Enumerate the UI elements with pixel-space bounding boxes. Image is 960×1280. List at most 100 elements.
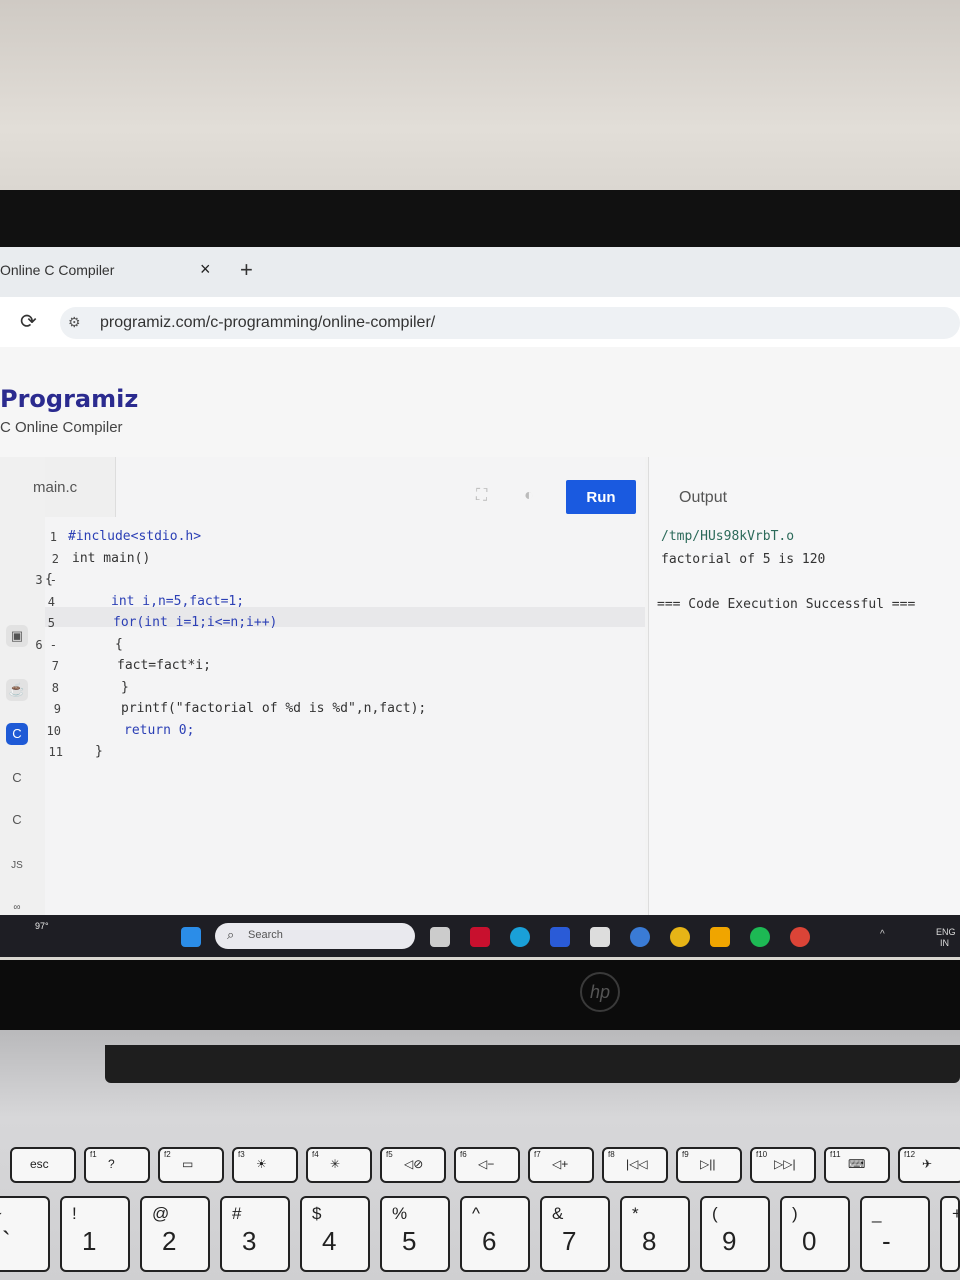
help-icon[interactable] <box>630 927 650 947</box>
code-line[interactable]: } <box>95 744 103 759</box>
fullscreen-icon[interactable]: ⛶ <box>476 487 487 505</box>
function-key-label: f4 <box>312 1150 319 1159</box>
function-key-label: f8 <box>608 1150 615 1159</box>
browser-tab-title[interactable]: Online C Compiler <box>0 262 114 278</box>
run-button[interactable]: Run <box>566 480 636 514</box>
language-indicator[interactable]: ENG <box>936 927 956 937</box>
number-key[interactable]: ~` <box>0 1196 50 1272</box>
number-key[interactable]: % 5 <box>380 1196 450 1272</box>
function-key[interactable]: f5 ◁⊘ <box>380 1147 446 1183</box>
c-language-icon[interactable]: C <box>6 723 28 745</box>
function-key[interactable]: f1? <box>84 1147 150 1183</box>
function-key-label: f7 <box>534 1150 541 1159</box>
function-key[interactable]: f9 ▷|| <box>676 1147 742 1183</box>
weather-widget[interactable]: 97° <box>35 921 49 931</box>
code-line[interactable]: int i,n=5,fact=1; <box>111 594 244 609</box>
function-key[interactable]: f3 ☀ <box>232 1147 298 1183</box>
spotify-icon[interactable] <box>750 927 770 947</box>
output-title: Output <box>679 489 728 506</box>
code-line[interactable]: for(int i=1;i<=n;i++) <box>113 615 277 630</box>
function-key[interactable]: f4 ✳ <box>306 1147 372 1183</box>
browser-tab-bar: Online C Compiler × + <box>0 247 960 297</box>
tab-close-icon[interactable]: × <box>200 259 211 280</box>
number-key[interactable]: _ - <box>860 1196 930 1272</box>
hp-logo: hp <box>580 972 620 1012</box>
file-explorer-icon[interactable] <box>710 927 730 947</box>
function-key[interactable]: f12 ✈ <box>898 1147 960 1183</box>
function-key[interactable]: f2 ▭ <box>158 1147 224 1183</box>
file-name: main.c <box>33 479 78 496</box>
function-key[interactable]: esc <box>10 1147 76 1183</box>
url-text[interactable]: programiz.com/c-programming/online-compi… <box>100 314 435 332</box>
code-line[interactable]: return 0; <box>124 723 194 738</box>
number-key[interactable]: #3 <box>220 1196 290 1272</box>
csharp-icon[interactable]: C <box>6 809 28 831</box>
number-key[interactable]: * 8 <box>620 1196 690 1272</box>
number-key[interactable]: @2 <box>140 1196 210 1272</box>
key-shift-symbol: ( <box>712 1204 718 1223</box>
mcafee-icon[interactable] <box>470 927 490 947</box>
line-number: 9 <box>53 702 61 716</box>
function-key[interactable]: f7 ◁+ <box>528 1147 594 1183</box>
line-number: 4 <box>47 594 55 609</box>
key-shift-symbol: ! <box>72 1204 77 1223</box>
code-line[interactable]: int main() <box>72 551 150 566</box>
theme-toggle-icon[interactable]: ◐ <box>524 487 534 505</box>
line-number: 2 <box>51 551 59 566</box>
java-icon[interactable]: ☕ <box>6 679 28 701</box>
chrome-icon[interactable] <box>670 927 690 947</box>
store-icon[interactable] <box>590 927 610 947</box>
chrome-profile-icon[interactable] <box>790 927 810 947</box>
function-key-label: f5 <box>386 1150 393 1159</box>
tray-chevron-icon[interactable]: ^ <box>880 929 885 940</box>
app-icon[interactable] <box>550 927 570 947</box>
key-primary-symbol: - <box>882 1226 891 1256</box>
function-key-label: f9 <box>682 1150 689 1159</box>
address-bar[interactable]: ⚙ programiz.com/c-programming/online-com… <box>60 307 960 339</box>
number-key[interactable]: + <box>940 1196 960 1272</box>
number-key[interactable]: $4 <box>300 1196 370 1272</box>
taskbar-search[interactable]: ⌕ Search <box>215 923 415 949</box>
key-shift-symbol: @ <box>152 1204 170 1223</box>
function-key-symbol: ▷|| <box>700 1157 716 1171</box>
key-shift-symbol: # <box>232 1204 242 1223</box>
number-key[interactable]: ^ 6 <box>460 1196 530 1272</box>
number-key[interactable]: ! 1 <box>60 1196 130 1272</box>
cpp-icon[interactable]: C <box>6 767 28 789</box>
new-tab-icon[interactable]: + <box>240 257 253 283</box>
reload-icon[interactable]: ⟳ <box>20 309 37 334</box>
programiz-logo[interactable]: Programiz <box>0 385 138 413</box>
code-line[interactable]: #include<stdio.h> <box>68 529 201 544</box>
output-path: /tmp/HUs98kVrbT.o <box>661 529 795 544</box>
output-panel: Output /tmp/HUs98kVrbT.o factorial of 5 … <box>648 457 960 957</box>
function-key-symbol: esc <box>30 1157 49 1171</box>
code-line[interactable]: { <box>45 572 53 587</box>
task-view-icon[interactable] <box>430 927 450 947</box>
code-line[interactable]: printf("factorial of %d is %d",n,fact); <box>121 701 426 716</box>
function-key[interactable]: f11 ⌨ <box>824 1147 890 1183</box>
search-placeholder: Search <box>248 929 283 941</box>
code-editor[interactable]: main.c 1 #include<stdio.h> 2 int main() 3 -{… <box>33 457 645 957</box>
function-key[interactable]: f8 |◁◁ <box>602 1147 668 1183</box>
edge-icon[interactable] <box>510 927 530 947</box>
key-shift-symbol: _ <box>872 1204 882 1223</box>
code-line[interactable]: fact=fact*i; <box>117 658 211 673</box>
code-line[interactable]: { <box>115 637 123 652</box>
code-line[interactable]: } <box>121 680 129 695</box>
number-key[interactable]: & 7 <box>540 1196 610 1272</box>
page-subtitle: C Online Compiler <box>0 419 123 436</box>
screen-bottom-bezel: hp <box>0 960 960 1030</box>
function-key[interactable]: f10 ▷▷| <box>750 1147 816 1183</box>
javascript-icon[interactable]: JS <box>6 855 28 877</box>
region-indicator[interactable]: IN <box>940 938 949 948</box>
number-key[interactable]: (9 <box>700 1196 770 1272</box>
site-settings-icon[interactable]: ⚙ <box>68 314 81 331</box>
function-key-symbol: ? <box>108 1157 115 1171</box>
number-key[interactable]: ) 0 <box>780 1196 850 1272</box>
function-key-symbol: ▭ <box>182 1157 194 1171</box>
windows-start-icon[interactable] <box>181 927 201 947</box>
function-key[interactable]: f6 ◁− <box>454 1147 520 1183</box>
line-number: 11 <box>48 745 63 759</box>
function-key-label: f1 <box>90 1150 97 1159</box>
file-tab[interactable]: main.c <box>33 457 116 517</box>
